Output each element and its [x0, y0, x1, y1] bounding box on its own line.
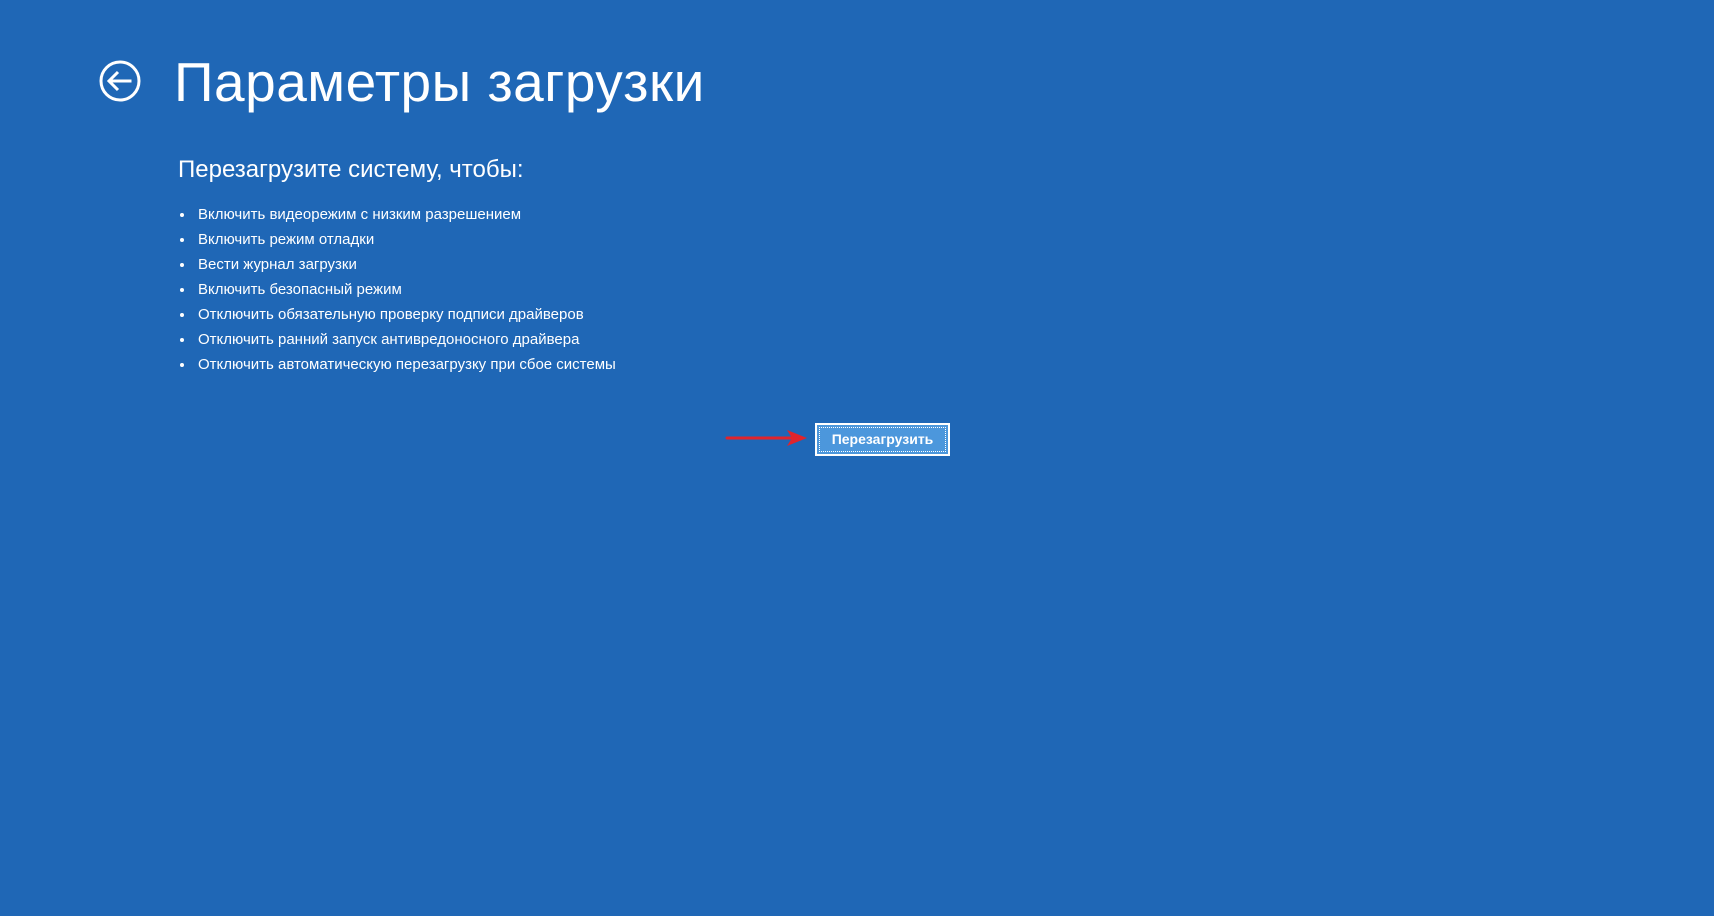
boot-options-list: Включить видеорежим с низким разрешением… [178, 202, 616, 377]
list-item: Отключить обязательную проверку подписи … [178, 302, 616, 327]
arrow-left-circle-icon [99, 60, 141, 102]
bullet-icon [180, 213, 184, 217]
bullet-icon [180, 363, 184, 367]
bullet-icon [180, 238, 184, 242]
boot-settings-screen: Параметры загрузки Перезагрузите систему… [0, 0, 1714, 916]
bullet-icon [180, 338, 184, 342]
list-item: Включить режим отладки [178, 227, 616, 252]
option-label: Отключить обязательную проверку подписи … [198, 306, 584, 323]
option-label: Включить режим отладки [198, 231, 375, 248]
restart-button[interactable]: Перезагрузить [815, 423, 950, 456]
back-button[interactable] [98, 59, 142, 103]
red-arrow-right-icon [725, 430, 807, 446]
bullet-icon [180, 288, 184, 292]
option-label: Вести журнал загрузки [198, 256, 357, 273]
page-title: Параметры загрузки [174, 51, 705, 113]
subtitle: Перезагрузите систему, чтобы: [178, 156, 524, 183]
list-item: Вести журнал загрузки [178, 252, 616, 277]
option-label: Включить безопасный режим [198, 281, 402, 298]
list-item: Отключить ранний запуск антивредоносного… [178, 327, 616, 352]
list-item: Включить безопасный режим [178, 277, 616, 302]
option-label: Включить видеорежим с низким разрешением [198, 206, 522, 223]
list-item: Включить видеорежим с низким разрешением [178, 202, 616, 227]
bullet-icon [180, 263, 184, 267]
restart-button-label: Перезагрузить [831, 431, 934, 447]
list-item: Отключить автоматическую перезагрузку пр… [178, 352, 616, 377]
option-label: Отключить ранний запуск антивредоносного… [198, 331, 580, 348]
option-label: Отключить автоматическую перезагрузку пр… [198, 356, 616, 373]
bullet-icon [180, 313, 184, 317]
